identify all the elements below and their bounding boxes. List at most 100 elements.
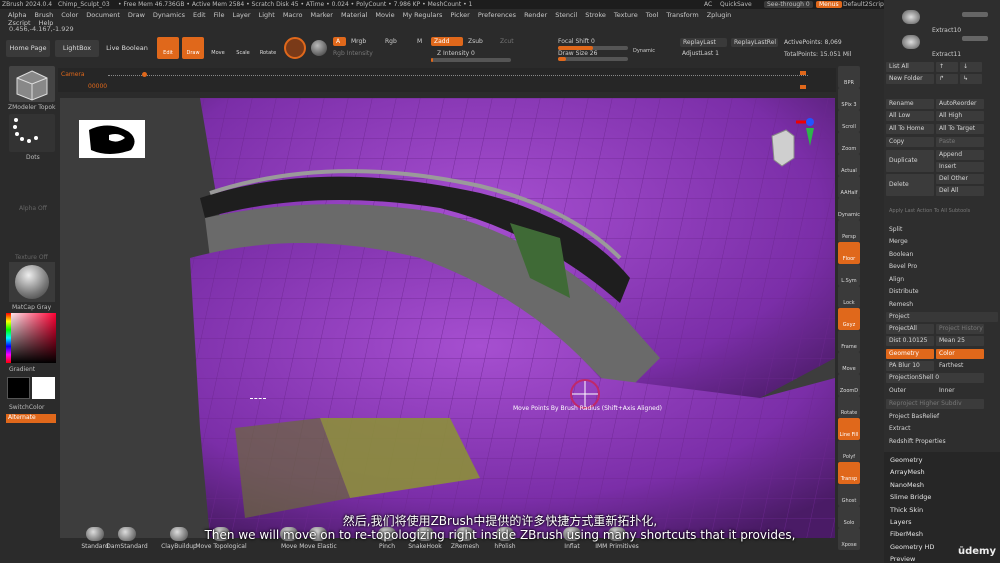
shelf-persp[interactable]: Persp	[838, 220, 860, 242]
move-button[interactable]: Move	[207, 37, 229, 59]
menu-dynamics[interactable]: Dynamics	[153, 11, 185, 19]
section-geometry-hd[interactable]: Geometry HD	[890, 543, 934, 551]
dynamic-toggle[interactable]: Dynamic	[633, 48, 655, 54]
menu-transform[interactable]: Transform	[666, 11, 698, 19]
boolean-menu[interactable]: Boolean	[886, 250, 998, 260]
menu-zplugin[interactable]: Zplugin	[707, 11, 732, 19]
distribute-menu[interactable]: Distribute	[886, 287, 998, 297]
menu-my-regulars[interactable]: My Regulars	[403, 11, 443, 19]
script-label[interactable]: Default2Script	[843, 1, 886, 8]
menu-texture[interactable]: Texture	[614, 11, 638, 19]
menu-movie[interactable]: Movie	[375, 11, 394, 19]
replay-last-button[interactable]: ReplayLast	[680, 38, 727, 47]
remesh-menu[interactable]: Remesh	[886, 300, 998, 310]
timeline-keyframe[interactable]	[142, 72, 147, 77]
pa-blur-slider[interactable]: PA Blur 10	[886, 361, 934, 371]
zcut-toggle[interactable]: Zcut	[500, 38, 514, 45]
rotate-button[interactable]: Rotate	[257, 37, 279, 59]
redshift-properties-menu[interactable]: Redshift Properties	[886, 437, 998, 447]
menu-render[interactable]: Render	[524, 11, 547, 19]
quicksave-button[interactable]: QuickSave	[720, 1, 752, 8]
arrow-down-icon[interactable]: ↳	[960, 74, 982, 84]
paste-button[interactable]: Paste	[936, 137, 984, 147]
menu-color[interactable]: Color	[61, 11, 78, 19]
alternate-button[interactable]: Alternate	[6, 414, 56, 423]
scale-button[interactable]: Scale	[232, 37, 254, 59]
m-toggle[interactable]: M	[417, 38, 422, 45]
zsub-toggle[interactable]: Zsub	[468, 38, 483, 45]
shelf-zoomd[interactable]: ZoomD	[838, 374, 860, 396]
bevel-pro-menu[interactable]: Bevel Pro	[886, 262, 998, 272]
align-menu[interactable]: Align	[886, 275, 998, 285]
menu-file[interactable]: File	[214, 11, 225, 19]
draw-button[interactable]: Draw	[182, 37, 204, 59]
menu-preferences[interactable]: Preferences	[478, 11, 516, 19]
rgb-intensity-slider[interactable]: Rgb Intensity	[333, 50, 373, 57]
shelf-line-fill[interactable]: Line Fill	[838, 418, 860, 440]
shelf-lock[interactable]: Lock	[838, 286, 860, 308]
geometry-toggle[interactable]: Geometry	[886, 349, 934, 359]
menu-marker[interactable]: Marker	[310, 11, 332, 19]
shelf-xpose[interactable]: Xpose	[838, 528, 860, 550]
autoreorder-button[interactable]: AutoReorder	[936, 99, 984, 109]
lightbox-button[interactable]: LightBox	[55, 40, 99, 57]
shelf-frame[interactable]: Frame	[838, 330, 860, 352]
timeline-end-marker[interactable]	[800, 71, 806, 75]
menu-macro[interactable]: Macro	[283, 11, 303, 19]
color-picker[interactable]	[6, 313, 56, 363]
all-to-target-button[interactable]: All To Target	[936, 124, 984, 134]
all-low-button[interactable]: All Low	[886, 111, 934, 121]
switchcolor-button[interactable]: SwitchColor	[9, 404, 45, 411]
subtool-thumb-1[interactable]	[902, 10, 920, 24]
subtool-name-2[interactable]: Extract11	[932, 51, 961, 58]
z-intensity-bar[interactable]	[431, 58, 511, 62]
menu-layer[interactable]: Layer	[232, 11, 250, 19]
shelf-zoom[interactable]: Zoom	[838, 132, 860, 154]
menu-tool[interactable]: Tool	[646, 11, 659, 19]
section-thick-skin[interactable]: Thick Skin	[890, 506, 923, 514]
shelf-ghost[interactable]: Ghost	[838, 484, 860, 506]
draw-size-bar[interactable]	[558, 57, 628, 61]
shelf-transp[interactable]: Transp	[838, 462, 860, 484]
ac-label[interactable]: AC	[704, 1, 712, 8]
subtool-name-1[interactable]: Extract10	[932, 27, 961, 34]
matcap-thumb[interactable]	[9, 262, 55, 302]
subtool-visibility-toggle[interactable]	[962, 12, 988, 17]
timeline-track[interactable]	[108, 75, 808, 76]
duplicate-button[interactable]: Duplicate	[886, 150, 934, 172]
zadd-toggle[interactable]: Zadd	[431, 37, 463, 46]
orientation-gizmo[interactable]	[760, 118, 820, 178]
home-page-button[interactable]: Home Page	[6, 40, 50, 57]
move-up-button[interactable]: ↑	[936, 62, 958, 72]
shelf-rotate[interactable]: Rotate	[838, 396, 860, 418]
del-all-button[interactable]: Del All	[936, 186, 984, 196]
project-basrelief-button[interactable]: Project BasRelief	[886, 412, 984, 422]
menu-light[interactable]: Light	[259, 11, 275, 19]
material-sphere-icon[interactable]	[311, 40, 327, 56]
outer-toggle[interactable]: Outer	[886, 386, 934, 396]
section-layers[interactable]: Layers	[890, 518, 912, 526]
shelf-polyf[interactable]: Polyf	[838, 440, 860, 462]
shelf-dynamic[interactable]: Dynamic	[838, 198, 860, 220]
menu-material[interactable]: Material	[341, 11, 367, 19]
zmodeler-brush-thumb[interactable]	[9, 66, 55, 102]
a-toggle[interactable]: A	[333, 37, 346, 46]
projection-shell-slider[interactable]: ProjectionShell 0	[886, 373, 984, 383]
alpha-label[interactable]: Alpha Off	[19, 205, 47, 212]
section-fibermesh[interactable]: FiberMesh	[890, 530, 923, 538]
shelf-gxyz[interactable]: Gxyz	[838, 308, 860, 330]
all-to-home-button[interactable]: All To Home	[886, 124, 934, 134]
extract-menu[interactable]: Extract	[886, 424, 998, 434]
rgb-toggle[interactable]: Rgb	[385, 38, 397, 45]
shelf-scroll[interactable]: Scroll	[838, 110, 860, 132]
arrow-up-icon[interactable]: ↱	[936, 74, 958, 84]
menu-draw[interactable]: Draw	[128, 11, 145, 19]
shelf-spix-3[interactable]: SPix 3	[838, 88, 860, 110]
adjust-last-slider[interactable]: AdjustLast 1	[682, 50, 719, 57]
see-through-slider[interactable]: See-through 0	[764, 1, 813, 8]
section-arraymesh[interactable]: ArrayMesh	[890, 468, 925, 476]
insert-button[interactable]: Insert	[936, 162, 984, 172]
texture-label[interactable]: Texture Off	[15, 254, 48, 261]
dist-slider[interactable]: Dist 0.10125	[886, 336, 934, 346]
menu-edit[interactable]: Edit	[193, 11, 206, 19]
